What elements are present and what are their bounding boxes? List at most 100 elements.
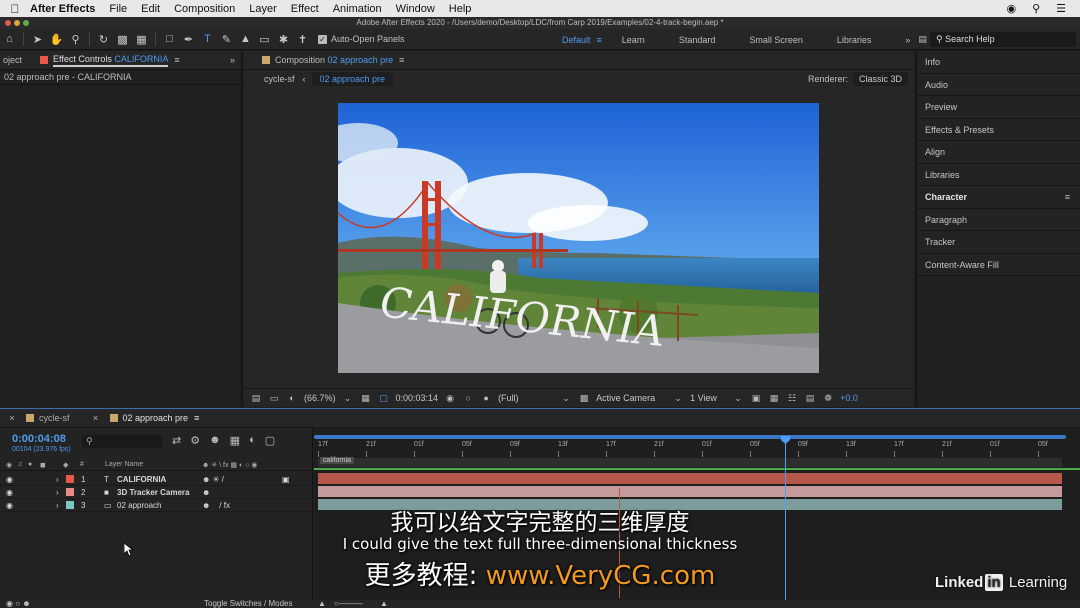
show-snapshot-icon[interactable]: ○ xyxy=(462,393,474,403)
tab-project[interactable]: oject xyxy=(0,55,22,65)
layer-bar-tracker-camera[interactable] xyxy=(318,486,1062,497)
zoom-window-button[interactable] xyxy=(23,20,29,26)
tab-02-approach-pre[interactable]: 02 approach pre ≡ xyxy=(102,413,210,423)
selection-tool-icon[interactable]: ➤ xyxy=(28,30,47,49)
panel-preview[interactable]: Preview xyxy=(917,96,1080,119)
control-center-icon[interactable]: ☰ xyxy=(1056,2,1066,15)
panel-paragraph[interactable]: Paragraph xyxy=(917,208,1080,231)
apple-icon[interactable]:  xyxy=(0,2,30,16)
breadcrumb-parent[interactable]: cycle-sf xyxy=(264,74,295,84)
menu-edit[interactable]: Edit xyxy=(141,3,160,15)
layer-switches-toggle-icon[interactable]: ◉ ○ ☻ xyxy=(6,599,31,608)
camera-tool-icon[interactable]: ▩ xyxy=(113,30,132,49)
time-ruler[interactable]: 17f 21f 01f 05f 09f 13f 17f 21f 01f 05f 09f 13f 17f 2… xyxy=(314,438,1080,458)
workspace-learn[interactable]: Learn xyxy=(622,35,645,45)
menu-composition[interactable]: Composition xyxy=(174,3,235,15)
layer-switches[interactable]: ☻ ✳ / xyxy=(202,475,224,484)
flowchart-icon[interactable]: ☷ xyxy=(786,393,798,404)
menu-layer[interactable]: Layer xyxy=(249,3,277,15)
3d-layer-switch-icon[interactable]: ▣ xyxy=(282,475,290,484)
close-tab-icon[interactable]: × xyxy=(6,413,18,423)
monitor-icon[interactable]: ▭ xyxy=(268,393,280,404)
camera-snapshot-icon[interactable]: ◉ xyxy=(444,393,456,404)
panel-effects-presets[interactable]: Effects & Presets xyxy=(917,118,1080,141)
panel-overflow-icon[interactable]: » xyxy=(230,55,235,65)
zoom-level-dropdown[interactable]: (66.7%) xyxy=(304,393,336,403)
camera-view-dropdown[interactable]: Active Camera xyxy=(596,393,666,403)
audio-icon[interactable]: ♫ xyxy=(17,461,22,468)
panel-align[interactable]: Align xyxy=(917,141,1080,164)
toggle-switches-modes[interactable]: Toggle Switches / Modes xyxy=(204,599,293,608)
label-color-swatch[interactable] xyxy=(66,475,74,483)
roto-brush-tool-icon[interactable]: ✱ xyxy=(274,30,293,49)
eye-icon[interactable]: ◉ xyxy=(6,488,13,497)
panel-content-aware-fill[interactable]: Content-Aware Fill xyxy=(917,253,1080,276)
fast-previews-icon[interactable]: ▤ xyxy=(804,393,816,404)
always-preview-icon[interactable]: ▤ xyxy=(250,393,262,404)
renderer-selector[interactable]: Renderer: Classic 3D xyxy=(808,72,908,86)
zoom-in-icon[interactable]: ▲ xyxy=(380,599,388,608)
grid-icon[interactable]: ▦ xyxy=(360,393,372,404)
brush-tool-icon[interactable]: ✎ xyxy=(217,30,236,49)
pan-behind-tool-icon[interactable]: ▦ xyxy=(132,30,151,49)
menu-window[interactable]: Window xyxy=(396,3,435,15)
creative-cloud-icon[interactable]: ◉ xyxy=(1006,2,1016,15)
comp-marker-label[interactable]: california xyxy=(320,457,355,464)
panel-menu-icon[interactable]: ≡ xyxy=(399,55,404,65)
pen-tool-icon[interactable]: ✒ xyxy=(179,30,198,49)
current-time-display[interactable]: 0:00:03:14 xyxy=(396,393,439,403)
zoom-slider[interactable]: ○——— xyxy=(334,599,363,608)
menu-help[interactable]: Help xyxy=(449,3,472,15)
composition-viewer[interactable]: CALIFORNIA xyxy=(338,103,819,373)
spotlight-search-icon[interactable]: ⚲ xyxy=(1032,2,1040,15)
motion-blur-icon[interactable]: ◐ xyxy=(249,434,256,447)
label-tag-icon[interactable]: ◆ xyxy=(63,461,68,469)
composition-flowchart-icon[interactable]: ⇄ xyxy=(172,434,181,447)
rotation-tool-icon[interactable]: ↻ xyxy=(94,30,113,49)
layer-row[interactable]: ◉ › 2 ■ 3D Tracker Camera ☻ xyxy=(0,486,313,499)
layer-row[interactable]: ◉ › 1 T CALIFORNIA ☻ ✳ / ▣ xyxy=(0,473,313,486)
auto-open-panels-checkbox[interactable]: ✓ Auto-Open Panels xyxy=(318,34,405,44)
view-layout-dropdown[interactable]: 1 View xyxy=(690,393,726,403)
draft-3d-icon[interactable]: ▦ xyxy=(768,393,780,404)
layer-name[interactable]: CALIFORNIA xyxy=(117,475,166,484)
draft-3d-toggle-icon[interactable]: ⚙ xyxy=(190,434,200,447)
workspace-overflow-icon[interactable]: » xyxy=(905,35,910,45)
rectangle-tool-icon[interactable]: □ xyxy=(160,30,179,49)
close-window-button[interactable] xyxy=(5,20,11,26)
chevron-right-icon[interactable]: › xyxy=(56,488,59,497)
menu-file[interactable]: File xyxy=(109,3,127,15)
menu-animation[interactable]: Animation xyxy=(333,3,382,15)
eye-icon[interactable]: ◉ xyxy=(6,475,13,484)
eye-icon[interactable]: ◉ xyxy=(6,461,12,469)
tab-composition[interactable]: Composition 02 approach pre xyxy=(275,55,393,65)
panel-menu-icon[interactable]: ≡ xyxy=(194,413,199,423)
layer-name[interactable]: 3D Tracker Camera xyxy=(117,488,190,497)
workspace-small-screen[interactable]: Small Screen xyxy=(749,35,803,45)
search-help-input[interactable]: ⚲ Search Help xyxy=(930,32,1076,47)
workspace-libraries[interactable]: Libraries xyxy=(837,35,872,45)
workspace-switch-icon[interactable]: ▤ xyxy=(918,34,927,45)
column-layer-name[interactable]: Layer Name xyxy=(105,461,143,468)
reset-exposure-icon[interactable]: ❁ xyxy=(822,393,834,404)
chevron-right-icon[interactable]: › xyxy=(56,475,59,484)
color-channel-icon[interactable]: ● xyxy=(480,393,492,403)
lock-icon[interactable]: ◼ xyxy=(40,461,46,469)
home-icon[interactable]: ⌂ xyxy=(0,30,19,49)
layer-switches[interactable]: ☻ xyxy=(202,488,210,497)
clone-stamp-tool-icon[interactable]: ▲ xyxy=(236,30,255,49)
eraser-tool-icon[interactable]: ▭ xyxy=(255,30,274,49)
zoom-tool-icon[interactable]: ⚲ xyxy=(66,30,85,49)
graph-editor-icon[interactable]: ▢ xyxy=(265,434,275,447)
shy-layers-icon[interactable]: ☻ xyxy=(209,434,221,447)
puppet-tool-icon[interactable]: ✝ xyxy=(293,30,312,49)
resolution-dropdown[interactable]: (Full) xyxy=(498,393,554,403)
tab-cycle-sf[interactable]: cycle-sf xyxy=(18,413,80,423)
tab-effect-controls[interactable]: Effect Controls CALIFORNIA xyxy=(53,54,169,67)
panel-tracker[interactable]: Tracker xyxy=(917,231,1080,254)
panel-menu-icon[interactable]: ≡ xyxy=(1065,186,1070,209)
close-tab-icon[interactable]: × xyxy=(90,413,102,423)
transparency-grid-icon[interactable]: ▩ xyxy=(578,393,590,404)
workspace-default[interactable]: Default xyxy=(562,35,591,45)
breadcrumb-current[interactable]: 02 approach pre xyxy=(311,72,394,86)
